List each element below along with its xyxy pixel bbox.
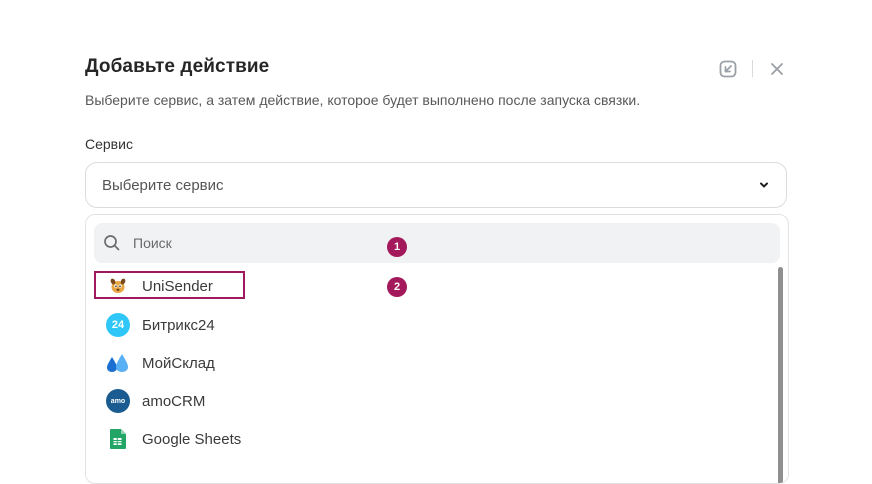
bitrix24-logo: 24 <box>106 313 130 337</box>
search-icon <box>104 235 120 251</box>
service-item-amocrm[interactable]: amo amoCRM <box>106 386 205 416</box>
service-item-label: UniSender <box>142 277 213 295</box>
unisender-logo <box>106 274 130 298</box>
service-item-label: МойСклад <box>142 354 215 372</box>
service-dropdown: UniSender 24 Битрикс24 МойСклад amo amoC… <box>85 214 789 484</box>
service-item-label: Google Sheets <box>142 430 242 448</box>
service-item-label: Битрикс24 <box>142 316 215 334</box>
collapse-icon[interactable] <box>717 58 739 80</box>
moysklad-logo <box>106 351 130 375</box>
service-item-unisender[interactable]: UniSender <box>106 271 213 301</box>
chevron-down-icon <box>760 182 768 188</box>
annotation-badge-2: 2 <box>387 277 407 297</box>
service-item-google-sheets[interactable]: Google Sheets <box>106 424 241 454</box>
scrollbar-thumb[interactable] <box>778 267 783 483</box>
service-select[interactable]: Выберите сервис <box>85 162 787 208</box>
service-label: Сервис <box>85 136 133 152</box>
header-divider <box>752 60 753 77</box>
google-sheets-logo <box>106 427 130 451</box>
service-item-label: amoCRM <box>142 392 206 410</box>
close-icon[interactable] <box>766 58 788 80</box>
service-item-bitrix24[interactable]: 24 Битрикс24 <box>106 310 215 340</box>
service-item-moysklad[interactable]: МойСклад <box>106 348 215 378</box>
dialog-title: Добавьте действие <box>85 56 270 77</box>
annotation-badge-1: 1 <box>387 237 407 257</box>
scrollbar[interactable] <box>778 267 786 483</box>
dialog-subtitle: Выберите сервис, а затем действие, котор… <box>85 92 641 108</box>
service-select-value: Выберите сервис <box>102 176 224 194</box>
search-input[interactable] <box>131 234 635 252</box>
amocrm-logo: amo <box>106 389 130 413</box>
search-box[interactable] <box>94 223 780 263</box>
